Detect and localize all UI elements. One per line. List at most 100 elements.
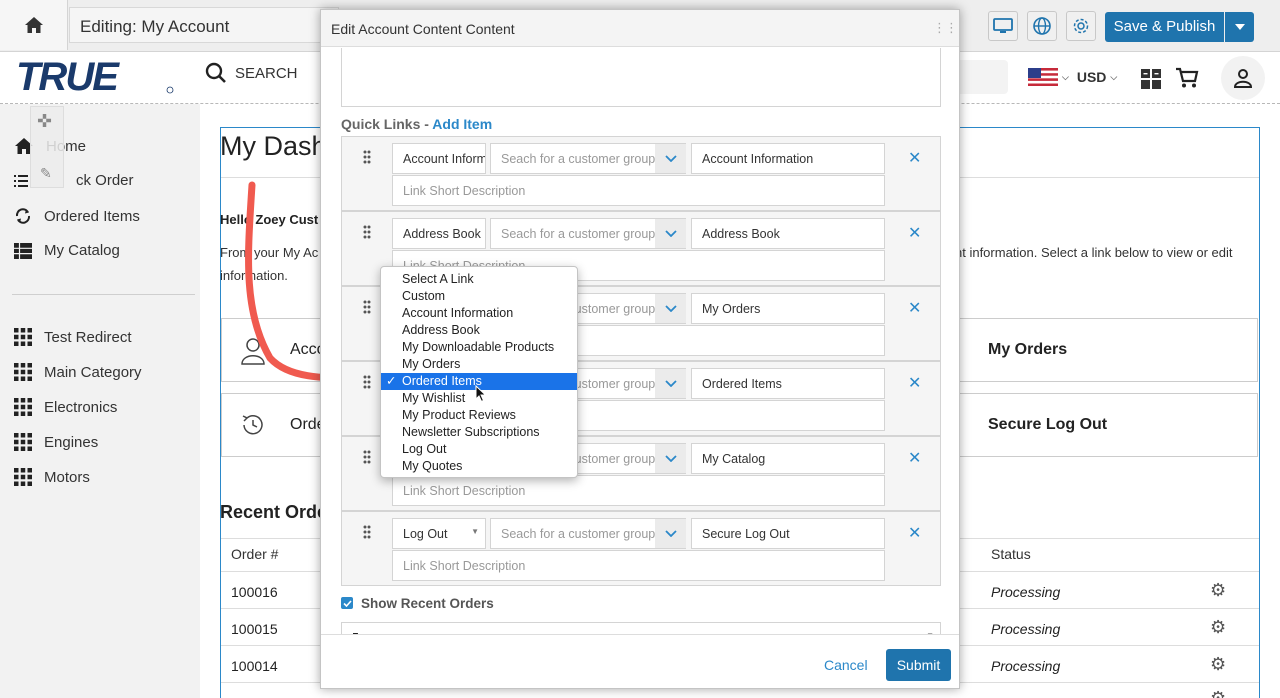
gear-icon[interactable]: ⚙ bbox=[1210, 688, 1226, 698]
order-status: Processing bbox=[991, 621, 1061, 637]
move-icon[interactable]: ✜ bbox=[37, 111, 52, 132]
dropdown-option[interactable]: My Downloadable Products bbox=[381, 339, 577, 356]
orders-tile[interactable]: Orde bbox=[221, 393, 326, 457]
my-orders-tile[interactable]: My Orders bbox=[958, 318, 1258, 382]
sidebar-item-label: Test Redirect bbox=[44, 328, 132, 346]
dropdown-option[interactable]: My Quotes bbox=[381, 458, 577, 475]
remove-icon[interactable]: ✕ bbox=[908, 298, 921, 318]
modal-title: Edit Account Content Content bbox=[331, 21, 515, 37]
link-label-input[interactable]: My Orders bbox=[691, 293, 885, 324]
sidebar-item-my-catalog[interactable]: My Catalog bbox=[14, 242, 120, 259]
grid-icon bbox=[14, 398, 32, 416]
dropdown-option[interactable]: Address Book bbox=[381, 322, 577, 339]
currency-selector[interactable]: ⌵ USD ⌵ bbox=[1028, 68, 1117, 86]
save-publish-button[interactable]: Save & Publish bbox=[1105, 12, 1224, 42]
remove-icon[interactable]: ✕ bbox=[908, 373, 921, 393]
logout-tile[interactable]: Secure Log Out bbox=[958, 393, 1258, 457]
chevron-down-icon[interactable] bbox=[655, 144, 686, 173]
drag-handle-icon[interactable] bbox=[363, 375, 371, 391]
refresh-icon bbox=[15, 208, 31, 224]
search-field-end[interactable] bbox=[958, 60, 1008, 94]
remove-icon[interactable]: ✕ bbox=[908, 523, 921, 543]
link-description-input[interactable]: Link Short Description bbox=[392, 175, 885, 206]
desktop-preview-button[interactable] bbox=[988, 11, 1018, 41]
sidebar-item-electronics[interactable]: Electronics bbox=[14, 398, 117, 416]
caret-down-icon bbox=[1234, 24, 1245, 30]
sidebar-item-test-redirect[interactable]: Test Redirect bbox=[14, 328, 132, 346]
dropdown-option[interactable]: Account Information bbox=[381, 305, 577, 322]
link-label-input[interactable]: Ordered Items bbox=[691, 368, 885, 399]
chevron-down-icon[interactable] bbox=[655, 444, 686, 473]
sidebar-item-main-category[interactable]: Main Category bbox=[14, 363, 142, 381]
show-recent-orders-checkbox[interactable] bbox=[341, 597, 353, 609]
textarea-field[interactable] bbox=[341, 48, 941, 107]
dropdown-option[interactable]: Log Out bbox=[381, 441, 577, 458]
account-button[interactable] bbox=[1221, 56, 1265, 100]
drag-handle-icon[interactable] bbox=[363, 525, 371, 541]
dropdown-option[interactable]: Select A Link bbox=[381, 271, 577, 288]
order-id[interactable]: 100015 bbox=[231, 621, 278, 637]
remove-icon[interactable]: ✕ bbox=[908, 148, 921, 168]
chevron-down-icon: ⌵ bbox=[1062, 71, 1069, 82]
sidebar-item-ordered-items[interactable]: Ordered Items bbox=[14, 207, 140, 225]
grid-icon bbox=[14, 468, 32, 486]
sidebar-item-label: Engines bbox=[44, 433, 99, 451]
settings-button[interactable] bbox=[1066, 11, 1096, 41]
chevron-down-icon[interactable] bbox=[655, 219, 686, 248]
drag-handle-icon[interactable] bbox=[363, 300, 371, 316]
sidebar-divider bbox=[12, 294, 195, 295]
order-id[interactable]: 100014 bbox=[231, 658, 278, 674]
link-type-select[interactable]: Account Information bbox=[392, 143, 486, 174]
link-label-input[interactable]: Account Information bbox=[691, 143, 885, 174]
modal-drag-handle-icon[interactable]: ⋮⋮ bbox=[933, 20, 958, 36]
chevron-down-icon[interactable] bbox=[655, 369, 686, 398]
link-label-input[interactable]: Address Book bbox=[691, 218, 885, 249]
link-description-input[interactable]: Link Short Description bbox=[392, 475, 885, 506]
dropdown-option[interactable]: My Product Reviews bbox=[381, 407, 577, 424]
remove-icon[interactable]: ✕ bbox=[908, 448, 921, 468]
gear-icon[interactable]: ⚙ bbox=[1210, 580, 1226, 601]
quick-order-icon[interactable] bbox=[1140, 68, 1162, 95]
dropdown-option[interactable]: My Orders bbox=[381, 356, 577, 373]
save-options-button[interactable] bbox=[1225, 12, 1254, 42]
link-label-input[interactable]: My Catalog bbox=[691, 443, 885, 474]
link-type-select[interactable]: Log Out ▼ bbox=[392, 518, 486, 549]
link-description-input[interactable]: Link Short Description bbox=[392, 550, 885, 581]
recent-orders-heading: Recent Order bbox=[220, 502, 335, 522]
history-icon bbox=[242, 414, 263, 435]
add-item-link[interactable]: Add Item bbox=[432, 116, 492, 132]
true-logo[interactable]: TRUE bbox=[12, 55, 177, 101]
sidebar-item-motors[interactable]: Motors bbox=[14, 468, 90, 486]
dropdown-option[interactable]: Custom bbox=[381, 288, 577, 305]
pencil-icon[interactable]: ✎ bbox=[40, 165, 52, 182]
link-type-select[interactable]: Address Book bbox=[392, 218, 486, 249]
chevron-down-icon[interactable] bbox=[655, 294, 686, 323]
order-status: Processing bbox=[991, 658, 1061, 674]
remove-icon[interactable]: ✕ bbox=[908, 223, 921, 243]
order-id[interactable]: 100016 bbox=[231, 584, 278, 600]
drag-handle-icon[interactable] bbox=[363, 450, 371, 466]
gear-icon bbox=[1073, 18, 1089, 34]
sidebar-item-engines[interactable]: Engines bbox=[14, 433, 98, 451]
chevron-down-icon[interactable] bbox=[655, 519, 686, 548]
quick-link-row: Account Information Seach for a customer… bbox=[341, 136, 941, 211]
list-icon bbox=[14, 174, 28, 187]
grid-icon bbox=[14, 433, 32, 451]
submit-button[interactable]: Submit bbox=[886, 649, 951, 681]
us-flag-icon bbox=[1028, 68, 1058, 86]
column-header-order: Order # bbox=[231, 546, 279, 562]
gear-icon[interactable]: ⚙ bbox=[1210, 654, 1226, 675]
home-button[interactable] bbox=[0, 0, 68, 50]
editing-title: Editing: My Account bbox=[69, 7, 339, 43]
dropdown-option[interactable]: Newsletter Subscriptions bbox=[381, 424, 577, 441]
site-search[interactable]: SEARCH bbox=[205, 62, 298, 84]
checkmark-icon: ✓ bbox=[386, 374, 397, 388]
drag-handle-icon[interactable] bbox=[363, 225, 371, 241]
link-label-input[interactable]: Secure Log Out bbox=[691, 518, 885, 549]
drag-handle-icon[interactable] bbox=[363, 150, 371, 166]
language-button[interactable] bbox=[1027, 11, 1057, 41]
home-icon bbox=[24, 17, 43, 33]
cancel-button[interactable]: Cancel bbox=[824, 657, 868, 673]
gear-icon[interactable]: ⚙ bbox=[1210, 617, 1226, 638]
cart-icon[interactable] bbox=[1175, 67, 1199, 94]
